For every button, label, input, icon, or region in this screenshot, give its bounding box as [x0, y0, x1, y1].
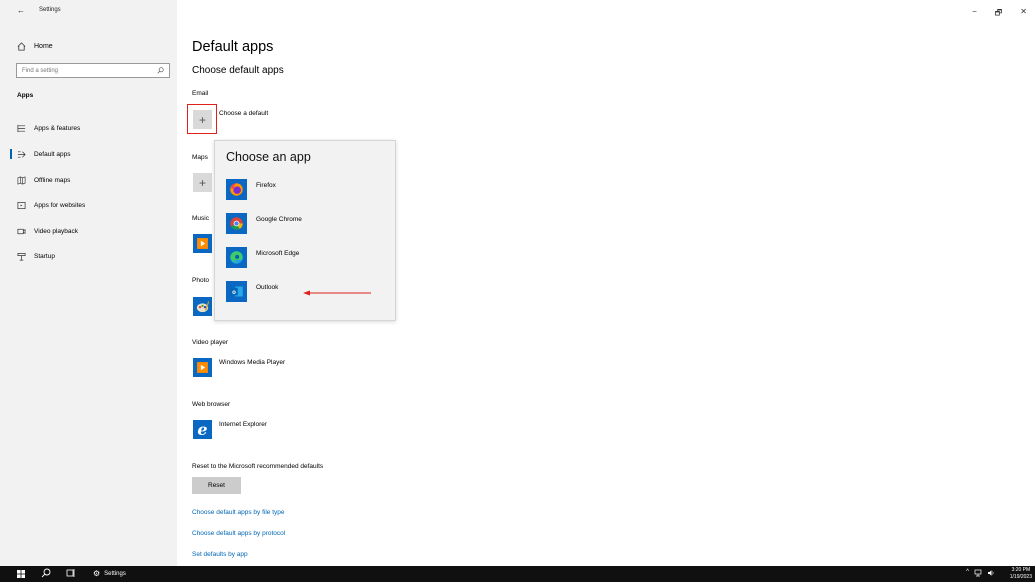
search-icon: [157, 67, 164, 74]
taskbar: ⚙ Settings ^ 3:20 PM 1/19/2023: [0, 566, 1035, 582]
clock-time: 3:20 PM: [1011, 567, 1031, 573]
close-button[interactable]: ✕: [1020, 7, 1027, 21]
maps-add-button[interactable]: +: [193, 173, 212, 192]
link-by-protocol[interactable]: Choose default apps by protocol: [192, 530, 285, 537]
home-icon: [17, 42, 26, 51]
browser-app-button[interactable]: e: [193, 420, 212, 439]
home-label: Home: [34, 43, 53, 50]
photo-app-button[interactable]: [193, 297, 212, 316]
video-icon: [17, 228, 26, 234]
websites-icon: [17, 201, 26, 209]
clock-date: 1/19/2023: [1009, 573, 1032, 580]
email-choose-default[interactable]: Choose a default: [219, 110, 268, 117]
chrome-icon: [226, 213, 247, 234]
video-player-value[interactable]: Windows Media Player: [219, 359, 285, 366]
svg-text:o: o: [232, 289, 236, 296]
taskbar-search-icon[interactable]: [41, 568, 51, 578]
page-title: Default apps: [192, 39, 274, 55]
flyout-item-edge[interactable]: Microsoft Edge: [226, 247, 386, 271]
outlook-icon: o: [226, 281, 247, 302]
video-app-button[interactable]: [193, 358, 212, 377]
media-player-icon: [197, 362, 208, 373]
music-app-button[interactable]: [193, 234, 212, 253]
windows-start-icon[interactable]: [17, 570, 25, 578]
page-subtitle: Choose default apps: [192, 65, 284, 76]
flyout-item-chrome[interactable]: Google Chrome: [226, 213, 386, 237]
reset-label: Reset to the Microsoft recommended defau…: [192, 463, 324, 470]
sidebar-item-label: Startup: [34, 252, 55, 260]
system-tray: ^: [966, 569, 995, 577]
back-arrow-icon[interactable]: ←: [17, 6, 25, 15]
sidebar-home[interactable]: Home: [17, 42, 53, 51]
internet-explorer-icon: e: [197, 419, 208, 439]
sidebar-item-label: Video playback: [34, 227, 78, 235]
firefox-icon: [226, 179, 247, 200]
minimize-button[interactable]: −: [972, 7, 977, 21]
window-title: Settings: [39, 7, 61, 13]
plus-icon: +: [198, 175, 206, 190]
flyout-item-label: Microsoft Edge: [256, 250, 300, 257]
network-icon[interactable]: [974, 569, 982, 577]
flyout-item-firefox[interactable]: Firefox: [226, 179, 386, 203]
flyout-item-label: Outlook: [256, 284, 279, 291]
music-label: Music: [192, 215, 209, 222]
email-label: Email: [192, 90, 209, 97]
default-apps-icon: [17, 150, 26, 158]
section-header-apps: Apps: [17, 92, 34, 99]
sidebar-item-label: Default apps: [34, 150, 71, 158]
sidebar: ← Settings Home Find a setting Apps Apps…: [0, 0, 177, 566]
sidebar-item-label: Apps for websites: [34, 201, 86, 209]
sidebar-item-offline-maps[interactable]: Offline maps: [17, 174, 70, 186]
flyout-title: Choose an app: [226, 150, 311, 164]
photo-viewer-icon: [196, 301, 210, 313]
sidebar-item-startup[interactable]: Startup: [17, 250, 55, 262]
map-icon: [17, 175, 26, 185]
flyout-item-label: Google Chrome: [256, 216, 302, 223]
volume-icon[interactable]: [987, 569, 995, 577]
sidebar-item-video-playback[interactable]: Video playback: [17, 225, 78, 237]
web-browser-label: Web browser: [192, 401, 231, 408]
web-browser-value[interactable]: Internet Explorer: [219, 421, 267, 428]
active-indicator: [10, 149, 12, 159]
taskbar-app-label: Settings: [104, 570, 126, 577]
flyout-item-label: Firefox: [256, 182, 276, 189]
window-controls: − 🗗 ✕: [972, 7, 1027, 21]
maximize-button[interactable]: 🗗: [995, 7, 1003, 21]
link-set-defaults-by-app[interactable]: Set defaults by app: [192, 551, 248, 558]
sidebar-item-label: Offline maps: [34, 176, 71, 184]
link-by-file-type[interactable]: Choose default apps by file type: [192, 509, 285, 516]
search-input[interactable]: Find a setting: [16, 63, 170, 78]
sidebar-item-apps-for-websites[interactable]: Apps for websites: [17, 199, 85, 211]
task-view-icon[interactable]: [66, 568, 76, 578]
taskbar-settings-app[interactable]: ⚙ Settings: [93, 569, 126, 578]
annotation-arrow-icon: [303, 290, 371, 296]
sidebar-item-default-apps[interactable]: Default apps: [17, 148, 71, 160]
chevron-up-icon[interactable]: ^: [966, 569, 969, 577]
media-player-icon: [197, 238, 208, 249]
maps-label: Maps: [192, 154, 208, 161]
gear-icon: ⚙: [93, 569, 101, 578]
edge-icon: [226, 247, 247, 268]
search-placeholder: Find a setting: [22, 67, 59, 74]
highlight-box: [187, 104, 217, 134]
list-icon: [17, 124, 26, 132]
reset-button[interactable]: Reset: [192, 477, 241, 494]
photo-label: Photo: [192, 277, 209, 284]
video-player-label: Video player: [192, 339, 229, 346]
sidebar-item-apps-features[interactable]: Apps & features: [17, 122, 80, 134]
taskbar-clock[interactable]: 3:20 PM 1/19/2023: [1010, 567, 1032, 580]
startup-icon: [17, 252, 26, 260]
sidebar-item-label: Apps & features: [34, 124, 81, 132]
